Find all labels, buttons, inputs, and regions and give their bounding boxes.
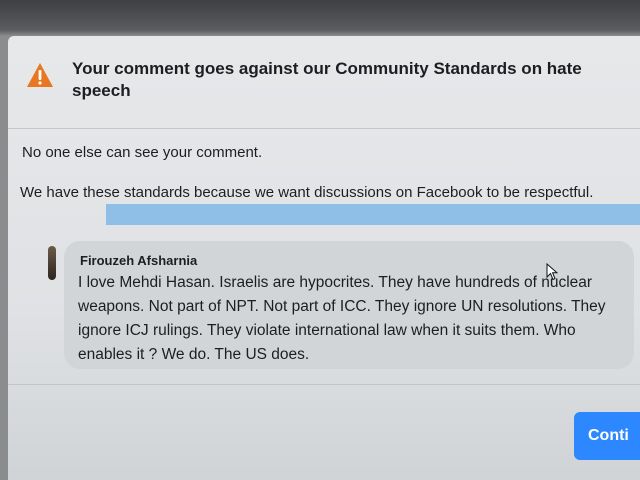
community-standards-dialog: Your comment goes against our Community … [8, 36, 640, 480]
continue-button[interactable]: Conti [574, 412, 640, 460]
comment-text: I love Mehdi Hasan. Israelis are hypocri… [78, 274, 606, 363]
dialog-title: Your comment goes against our Community … [72, 59, 582, 100]
screen: Your comment goes against our Community … [0, 0, 640, 480]
private-notice: No one else can see your comment. [22, 144, 263, 161]
standards-reason-text: We have these standards because we want … [20, 184, 594, 201]
footer-divider [8, 384, 640, 385]
mouse-cursor-icon [546, 262, 559, 281]
avatar [48, 246, 56, 280]
comment-bubble: Firouzeh Afsharnia I love Mehdi Hasan. I… [64, 241, 634, 369]
dialog-header: Your comment goes against our Community … [8, 36, 640, 129]
warning-triangle-icon [26, 62, 54, 88]
text-selection-highlight [106, 204, 640, 225]
comment-author[interactable]: Firouzeh Afsharnia [80, 253, 197, 268]
